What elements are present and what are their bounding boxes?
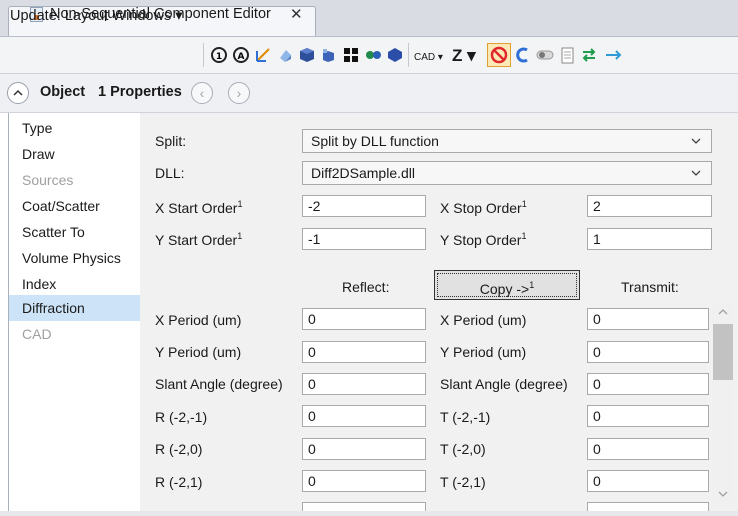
transmit-slant-angle-input[interactable]: 0 [587, 373, 709, 395]
previous-object-button[interactable]: ‹ [191, 82, 213, 104]
x-stop-order-label: X Stop Order1 [440, 199, 527, 216]
reflect-order-label: R (-2,-1) [155, 409, 208, 425]
transmit-heading: Transmit: [621, 279, 679, 295]
document-icon[interactable] [558, 46, 576, 64]
reflect-slant-angle-label: Slant Angle (degree) [155, 376, 283, 392]
shaded-model-icon[interactable] [276, 46, 294, 64]
object-properties-count: 1 Properties [98, 84, 182, 100]
bottom-edge [0, 511, 738, 516]
z-dropdown[interactable]: Z ▾ [452, 46, 476, 66]
category-scatter-to[interactable]: Scatter To [9, 219, 140, 245]
scroll-down-icon[interactable] [712, 486, 734, 502]
ray-trace-icon[interactable] [254, 46, 272, 64]
svg-text:A: A [238, 52, 245, 62]
category-type[interactable]: Type [9, 115, 140, 141]
transmit-order-input[interactable]: 0 [587, 438, 709, 460]
reflect-order-input[interactable]: 0 [302, 438, 426, 460]
object-title: Object [40, 84, 86, 100]
chevron-down-icon [691, 162, 701, 193]
solid-cube-icon[interactable] [298, 46, 316, 64]
update-layout-dropdown[interactable]: Update: Layout Windows ▾ [10, 8, 183, 24]
svg-text:1: 1 [216, 52, 222, 62]
transmit-x-period-input[interactable]: 0 [587, 308, 709, 330]
category-index[interactable]: Index [9, 271, 140, 297]
arrows-right-icon[interactable] [604, 46, 622, 64]
transmit-order-input[interactable]: 0 [587, 470, 709, 492]
transmit-order-input[interactable]: 0 [587, 405, 709, 427]
split-select[interactable]: Split by DLL function [302, 129, 712, 153]
exchange-icon[interactable] [580, 46, 598, 64]
chevron-down-icon [691, 130, 701, 161]
reflect-y-period-label: Y Period (um) [155, 344, 242, 360]
category-diffraction[interactable]: Diffraction [9, 295, 140, 321]
category-sources: Sources [22, 172, 74, 188]
transmit-y-period-label: Y Period (um) [440, 344, 527, 360]
dll-label: DLL: [155, 165, 185, 181]
property-categories: Type Draw Sources Coat/Scatter Scatter T… [8, 113, 141, 516]
reflect-y-period-input[interactable]: 0 [302, 341, 426, 363]
small-cube-icon[interactable] [320, 46, 338, 64]
reflect-slant-angle-input[interactable]: 0 [302, 373, 426, 395]
y-stop-order-input[interactable]: 1 [587, 228, 712, 250]
transmit-y-period-input[interactable]: 0 [587, 341, 709, 363]
y-start-order-input[interactable]: -1 [302, 228, 426, 250]
reflect-x-period-input[interactable]: 0 [302, 308, 426, 330]
polygon-object-icon[interactable] [386, 46, 404, 64]
transmit-order-label: T (-2,1) [440, 474, 486, 490]
x-start-order-label: X Start Order1 [155, 199, 243, 216]
x-start-order-input[interactable]: -2 [302, 195, 426, 217]
category-coat-scatter[interactable]: Coat/Scatter [9, 193, 140, 219]
category-volume-physics[interactable]: Volume Physics [9, 245, 140, 271]
dll-select[interactable]: Diff2DSample.dll [302, 161, 712, 185]
category-cad: CAD [22, 326, 52, 342]
reflect-order-label: R (-2,1) [155, 474, 203, 490]
toolbar-separator [203, 43, 204, 67]
split-value: Split by DLL function [311, 133, 439, 149]
cad-dropdown[interactable]: CAD ▾ [414, 52, 443, 63]
reflect-x-period-label: X Period (um) [155, 312, 242, 328]
transmit-order-label: T (-2,-1) [440, 409, 491, 425]
circle-1-icon[interactable]: 1 [210, 46, 228, 64]
transmit-x-period-label: X Period (um) [440, 312, 527, 328]
transmit-order-label: T (-2,0) [440, 441, 486, 457]
next-object-button[interactable]: › [228, 82, 250, 104]
split-label: Split: [155, 133, 187, 149]
collapse-icon[interactable] [7, 82, 29, 104]
x-stop-order-input[interactable]: 2 [587, 195, 712, 217]
ignore-object-icon[interactable] [487, 43, 511, 67]
reflect-order-label: R (-2,0) [155, 441, 203, 457]
reflect-order-input[interactable]: 0 [302, 405, 426, 427]
category-draw[interactable]: Draw [9, 141, 140, 167]
scrollbar-thumb[interactable] [713, 324, 733, 380]
copy-reflect-to-transmit-button[interactable]: Copy ->1 [434, 270, 580, 300]
close-icon[interactable]: ✕ [290, 5, 303, 23]
toggle-icon[interactable] [536, 46, 554, 64]
y-start-order-label: Y Start Order1 [155, 231, 243, 248]
dll-value: Diff2DSample.dll [311, 165, 416, 181]
grid-icon[interactable] [342, 46, 360, 64]
toolbar-separator [408, 43, 409, 67]
y-stop-order-label: Y Stop Order1 [440, 231, 527, 248]
lens-pair-icon[interactable] [364, 46, 382, 64]
reverse-ray-icon[interactable] [514, 46, 532, 64]
transmit-slant-angle-label: Slant Angle (degree) [440, 376, 568, 392]
scroll-up-icon[interactable] [712, 304, 734, 320]
reflect-heading: Reflect: [342, 279, 390, 295]
reflect-order-input[interactable]: 0 [302, 470, 426, 492]
circle-a-icon[interactable]: A [232, 46, 250, 64]
